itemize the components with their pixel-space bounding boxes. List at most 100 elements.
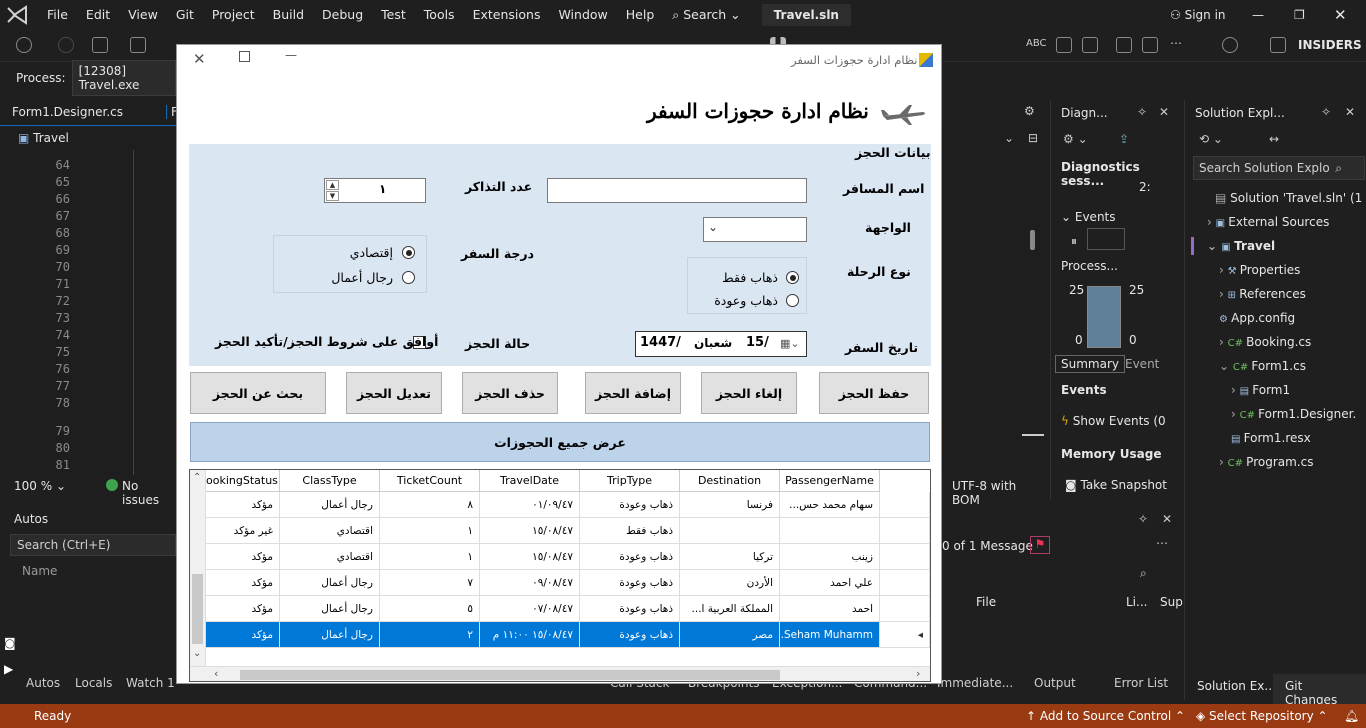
vs-logo-icon[interactable] [6, 5, 32, 25]
encoding-label[interactable]: UTF-8 with BOM [952, 479, 1046, 507]
tab-output[interactable]: Output [1034, 676, 1076, 690]
more-icon[interactable]: ⋯ [1170, 36, 1182, 50]
maximize-button[interactable]: ❐ [1294, 8, 1305, 22]
menu-extensions[interactable]: Extensions [464, 0, 550, 30]
scroll-left-icon[interactable]: ‹ [214, 667, 218, 680]
expand-chevron-icon[interactable]: › [1219, 335, 1228, 349]
sync-icon[interactable]: ⟲ ⌄ [1199, 132, 1223, 146]
format-icon[interactable] [1082, 37, 1098, 53]
tab-locals[interactable]: Locals [75, 676, 112, 690]
switch-views-icon[interactable]: ↔ [1269, 132, 1279, 146]
pause-icon[interactable]: ⏸ [1071, 234, 1077, 249]
solution-tree-item[interactable]: › C# Program.cs [1219, 455, 1313, 469]
solution-root[interactable]: ▤ Solution 'Travel.sln' (1 c [1215, 191, 1366, 205]
solution-tree-item[interactable]: › ▣ External Sources [1207, 215, 1329, 229]
app-minimize-button[interactable]: — [285, 48, 297, 62]
events-toggle[interactable]: ⌄ Events [1061, 210, 1116, 224]
edit-booking-button[interactable]: تعديل الحجز [346, 372, 442, 414]
take-snapshot-button[interactable]: ◙ Take Snapshot [1065, 478, 1167, 492]
new-project-icon[interactable] [92, 37, 108, 53]
solution-tree-item[interactable]: › C# Form1.Designer. [1231, 407, 1356, 421]
live-share-icon[interactable] [1222, 37, 1238, 53]
close-panel-icon[interactable]: ✕ [1345, 105, 1355, 119]
file-column[interactable]: File [976, 595, 996, 609]
global-search[interactable]: ⌕ Search ⌄ [663, 0, 749, 30]
menu-project[interactable]: Project [203, 0, 264, 30]
close-window-button[interactable]: ✕ [1334, 6, 1347, 24]
more-options-icon[interactable]: ⋯ [1156, 536, 1168, 550]
h-scroll-thumb[interactable] [240, 670, 780, 680]
grid-column-header[interactable]: TripType [580, 470, 680, 492]
menu-file[interactable]: File [38, 0, 77, 30]
comment-icon[interactable] [1056, 37, 1072, 53]
suppression-column[interactable]: Sup [1160, 595, 1183, 609]
row-header[interactable] [880, 518, 930, 544]
app-maximize-button[interactable] [239, 51, 250, 62]
menu-tools[interactable]: Tools [415, 0, 464, 30]
zoom-level[interactable]: 100 % ⌄ [14, 479, 66, 493]
stepper-down-icon[interactable]: ▼ [326, 191, 339, 201]
row-header[interactable] [880, 596, 930, 622]
process-toggle[interactable]: Process... [1061, 259, 1118, 273]
grid-column-header[interactable]: ClassType [280, 470, 380, 492]
expand-chevron-icon[interactable]: › [1219, 287, 1228, 301]
pin-icon[interactable]: ✧ [1138, 512, 1148, 526]
tickets-stepper[interactable]: ▲ ▼ ١ [324, 178, 426, 203]
trip-round-radio[interactable] [786, 294, 799, 307]
solution-tree-item[interactable]: › ⊞ References [1219, 287, 1306, 301]
solution-tree-item[interactable]: › ⚒ Properties [1219, 263, 1300, 277]
class-economy-radio[interactable] [402, 246, 415, 259]
code-editor[interactable]: ▣ Travel 64 65 66 67 68 69 70 71 72 73 74 75 76 77 78 7… [0, 130, 176, 475]
video-icon[interactable]: ▶ [4, 662, 13, 676]
tab-autos[interactable]: Autos [26, 676, 60, 690]
autos-search-input[interactable]: Search (Ctrl+E) [10, 534, 176, 556]
line-column[interactable]: Li... [1126, 595, 1147, 609]
tab-summary[interactable]: Summary [1055, 355, 1125, 373]
menu-build[interactable]: Build [264, 0, 313, 30]
row-header[interactable] [880, 544, 930, 570]
notifications-icon[interactable]: 🔔︎ [1344, 709, 1359, 723]
tab-watch[interactable]: Watch 1 [126, 676, 175, 690]
add-booking-button[interactable]: إضافة الحجز [585, 372, 681, 414]
menu-debug[interactable]: Debug [313, 0, 372, 30]
search-icon[interactable]: ⌕ [1140, 566, 1147, 581]
menu-help[interactable]: Help [617, 0, 664, 30]
no-issues-label[interactable]: No issues [122, 479, 176, 507]
pin-icon[interactable]: ✧ [1321, 105, 1331, 119]
trip-oneway-radio[interactable] [786, 271, 799, 284]
grid-horizontal-scrollbar[interactable]: ‹ › [190, 666, 930, 681]
scroll-up-icon[interactable]: ⌃ [193, 472, 201, 483]
bookings-grid[interactable]: ⌃ ⌄ ookingStatus ClassType TicketCount Trav… [189, 469, 931, 682]
expand-chevron-icon[interactable]: › [1219, 455, 1228, 469]
menu-edit[interactable]: Edit [77, 0, 119, 30]
solution-tree-item[interactable]: ⌄ ▣ Travel [1207, 239, 1275, 253]
select-repository[interactable]: ◈ Select Repository ⌃ [1196, 709, 1328, 723]
travel-date-picker[interactable]: 1447/ شعبان 15/ ▦⌄ [635, 331, 807, 357]
tab-error-list[interactable]: Error List [1114, 676, 1168, 690]
tab-form1-designer[interactable]: Form1.Designer.cs [12, 105, 123, 119]
grid-column-header[interactable]: Destination [680, 470, 780, 492]
destination-select[interactable]: ⌄ [703, 217, 807, 242]
scroll-down-icon[interactable]: ⌄ [193, 648, 201, 659]
back-icon[interactable] [16, 37, 32, 53]
row-header[interactable]: ◂ [880, 622, 930, 648]
save-booking-button[interactable]: حفظ الحجز [819, 372, 929, 414]
close-panel-icon[interactable]: ✕ [1159, 105, 1169, 119]
cancel-booking-button[interactable]: إلغاء الحجز [701, 372, 797, 414]
scroll-thumb[interactable] [192, 574, 203, 644]
process-select[interactable]: [12308] Travel.exe [71, 60, 176, 96]
solution-tree-item[interactable]: › C# Booking.cs [1219, 335, 1311, 349]
grid-column-header[interactable]: TravelDate [480, 470, 580, 492]
expand-chevron-icon[interactable]: › [1219, 263, 1228, 277]
expand-chevron-icon[interactable]: ⌄ [1207, 239, 1221, 253]
forward-icon[interactable] [58, 37, 74, 53]
search-booking-button[interactable]: بحث عن الحجز [190, 372, 326, 414]
solution-tree-item[interactable]: › ▤ Form1 [1231, 383, 1290, 397]
export-icon[interactable]: ⇪ [1119, 132, 1129, 146]
show-events-link[interactable]: ϟ Show Events (0 [1061, 414, 1166, 428]
close-panel-icon[interactable]: ✕ [1162, 512, 1172, 526]
editor-scrollbar[interactable] [1030, 230, 1035, 250]
menu-window[interactable]: Window [549, 0, 616, 30]
menu-test[interactable]: Test [372, 0, 415, 30]
menu-git[interactable]: Git [167, 0, 203, 30]
